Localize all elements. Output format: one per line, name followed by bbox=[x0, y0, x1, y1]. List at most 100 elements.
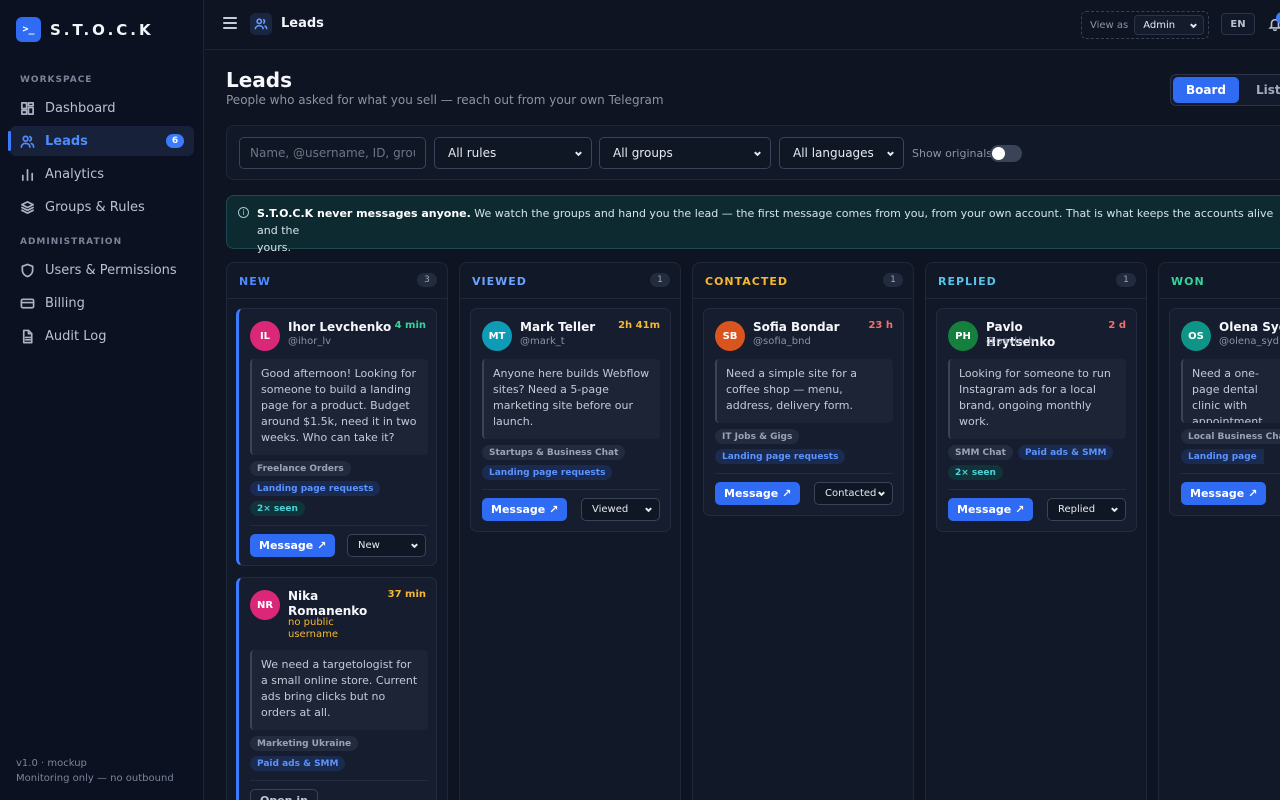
message-button[interactable]: Message ↗ bbox=[1181, 482, 1267, 505]
lead-message: Good afternoon! Looking for someone to b… bbox=[250, 359, 428, 455]
lead-name: Nika Romanenko bbox=[288, 589, 368, 618]
leads-count-badge: 6 bbox=[166, 134, 184, 148]
rules-select[interactable]: All rules bbox=[434, 137, 592, 169]
sidebar-item-groups-rules[interactable]: Groups & Rules bbox=[10, 192, 194, 222]
lead-card[interactable]: SB Sofia Bondar @sofia_bnd 23 h Need a s… bbox=[703, 308, 904, 516]
column-won: WON OS Olena Syd @olena_syd Need a one-p… bbox=[1158, 262, 1280, 800]
terminal-icon: >_ bbox=[16, 17, 41, 42]
rule-tag: Landing page requests bbox=[250, 481, 381, 496]
notice-text-line2: yours. bbox=[257, 241, 291, 254]
page-title: Leads bbox=[226, 68, 293, 92]
lead-message: Looking for someone to run Instagram ads… bbox=[948, 359, 1126, 439]
notifications-button[interactable]: 6 bbox=[1268, 12, 1280, 35]
message-button[interactable]: Message ↗ bbox=[482, 498, 568, 521]
bar-chart-icon bbox=[21, 168, 34, 181]
column-replied: REPLIED 1 PH Pavlo Hrytsenko @pavlo_h 2 … bbox=[925, 262, 1147, 800]
avatar: MT bbox=[482, 321, 512, 351]
status-select[interactable]: Replied bbox=[1047, 498, 1126, 521]
board-view-button[interactable]: Board bbox=[1173, 77, 1239, 103]
search-input[interactable] bbox=[239, 137, 426, 169]
column-contacted: CONTACTED 1 SB Sofia Bondar @sofia_bnd 2… bbox=[692, 262, 914, 800]
column-title: CONTACTED bbox=[705, 275, 789, 288]
groups-select[interactable]: All groups bbox=[599, 137, 771, 169]
view-as-control: View as Admin bbox=[1081, 11, 1209, 39]
monitoring-note: Monitoring only — no outbound bbox=[16, 773, 174, 784]
sidebar: >_ S.T.O.C.K WORKSPACE Dashboard Leads 6… bbox=[0, 0, 204, 800]
layers-icon bbox=[21, 200, 34, 214]
seen-count-tag: 2× seen bbox=[250, 501, 305, 516]
language-button[interactable]: EN bbox=[1221, 13, 1255, 35]
sidebar-item-analytics[interactable]: Analytics bbox=[10, 159, 194, 189]
hamburger-icon[interactable] bbox=[223, 17, 237, 31]
avatar: IL bbox=[250, 321, 280, 351]
status-select[interactable]: Contacted bbox=[814, 482, 893, 505]
view-toggle: Board List bbox=[1170, 74, 1280, 106]
column-count: 3 bbox=[417, 273, 437, 287]
sidebar-item-users-permissions[interactable]: Users & Permissions bbox=[10, 255, 194, 285]
chevron-down-icon bbox=[1111, 507, 1118, 513]
list-view-button[interactable]: List bbox=[1243, 77, 1280, 103]
avatar: SB bbox=[715, 321, 745, 351]
lead-message: Need a one-page dental clinic with appoi… bbox=[1181, 359, 1280, 423]
column-header: NEW 3 bbox=[227, 263, 447, 299]
group-tag: Startups & Business Chat bbox=[482, 445, 626, 460]
lead-name: Olena Syd bbox=[1219, 320, 1280, 334]
nav-section-administration: ADMINISTRATION bbox=[20, 237, 123, 247]
column-title: WON bbox=[1171, 275, 1205, 288]
column-header: WON bbox=[1159, 263, 1280, 299]
status-value: Contacted bbox=[825, 488, 877, 499]
shield-icon bbox=[21, 263, 34, 277]
rule-tag: Paid ads & SMM bbox=[1018, 445, 1114, 460]
chevron-down-icon bbox=[645, 507, 652, 513]
status-value: Viewed bbox=[592, 504, 629, 515]
chevron-down-icon bbox=[411, 543, 418, 549]
column-count: 1 bbox=[1116, 273, 1136, 287]
brand[interactable]: >_ S.T.O.C.K bbox=[16, 17, 154, 42]
page-subtitle: People who asked for what you sell — rea… bbox=[226, 93, 664, 107]
lead-age: 4 min bbox=[394, 320, 426, 331]
lead-card[interactable]: NR Nika Romanenko no public username 37 … bbox=[236, 577, 437, 800]
sidebar-item-leads[interactable]: Leads 6 bbox=[8, 126, 194, 156]
sidebar-item-label: Groups & Rules bbox=[45, 199, 145, 215]
lead-handle: @pavlo_h bbox=[986, 336, 1035, 347]
rule-tag: Landing page bbox=[1181, 449, 1264, 464]
lead-name: Mark Teller bbox=[520, 320, 596, 334]
lead-card[interactable]: PH Pavlo Hrytsenko @pavlo_h 2 d Looking … bbox=[936, 308, 1137, 532]
group-tag: SMM Chat bbox=[948, 445, 1013, 460]
sidebar-item-label: Analytics bbox=[45, 166, 105, 182]
sidebar-item-label: Users & Permissions bbox=[45, 262, 177, 278]
card-divider bbox=[250, 780, 428, 781]
status-select[interactable]: New bbox=[347, 534, 426, 557]
status-select[interactable]: Viewed bbox=[581, 498, 660, 521]
group-tag: Marketing Ukraine bbox=[250, 736, 359, 751]
lead-handle: no public username bbox=[288, 617, 338, 640]
lead-message: We need a targetologist for a small onli… bbox=[250, 650, 428, 730]
lead-message: Anyone here builds Webflow sites? Need a… bbox=[482, 359, 660, 439]
lead-card[interactable]: MT Mark Teller @mark_t 2h 41m Anyone her… bbox=[470, 308, 671, 532]
column-new: NEW 3 IL Ihor Levchenko @ihor_lv 4 min G… bbox=[226, 262, 448, 800]
brand-name: S.T.O.C.K bbox=[50, 20, 154, 39]
show-originals-toggle[interactable] bbox=[990, 145, 1022, 162]
lead-handle: @mark_t bbox=[520, 336, 565, 347]
card-divider bbox=[1181, 473, 1280, 474]
message-button[interactable]: Message ↗ bbox=[948, 498, 1034, 521]
group-tag: IT Jobs & Gigs bbox=[715, 429, 800, 444]
card-divider bbox=[715, 473, 893, 474]
lead-card[interactable]: OS Olena Syd @olena_syd Need a one-page … bbox=[1169, 308, 1280, 516]
message-button[interactable]: Message ↗ bbox=[715, 482, 801, 505]
lead-card[interactable]: IL Ihor Levchenko @ihor_lv 4 min Good af… bbox=[236, 308, 437, 566]
open-in-button[interactable]: Open in bbox=[250, 789, 318, 800]
column-title: NEW bbox=[239, 275, 271, 288]
sidebar-item-label: Leads bbox=[45, 133, 88, 149]
sidebar-item-billing[interactable]: Billing bbox=[10, 288, 194, 318]
message-button[interactable]: Message ↗ bbox=[250, 534, 336, 557]
view-as-label: View as bbox=[1090, 19, 1129, 31]
rules-select-value: All rules bbox=[448, 146, 497, 160]
languages-select[interactable]: All languages bbox=[779, 137, 904, 169]
sidebar-item-audit-log[interactable]: Audit Log bbox=[10, 321, 194, 351]
document-icon bbox=[22, 329, 33, 343]
lead-name: Ihor Levchenko bbox=[288, 320, 392, 334]
sidebar-item-dashboard[interactable]: Dashboard bbox=[10, 93, 194, 123]
view-as-select[interactable]: Admin bbox=[1134, 15, 1205, 35]
nav-section-workspace: WORKSPACE bbox=[20, 75, 93, 85]
